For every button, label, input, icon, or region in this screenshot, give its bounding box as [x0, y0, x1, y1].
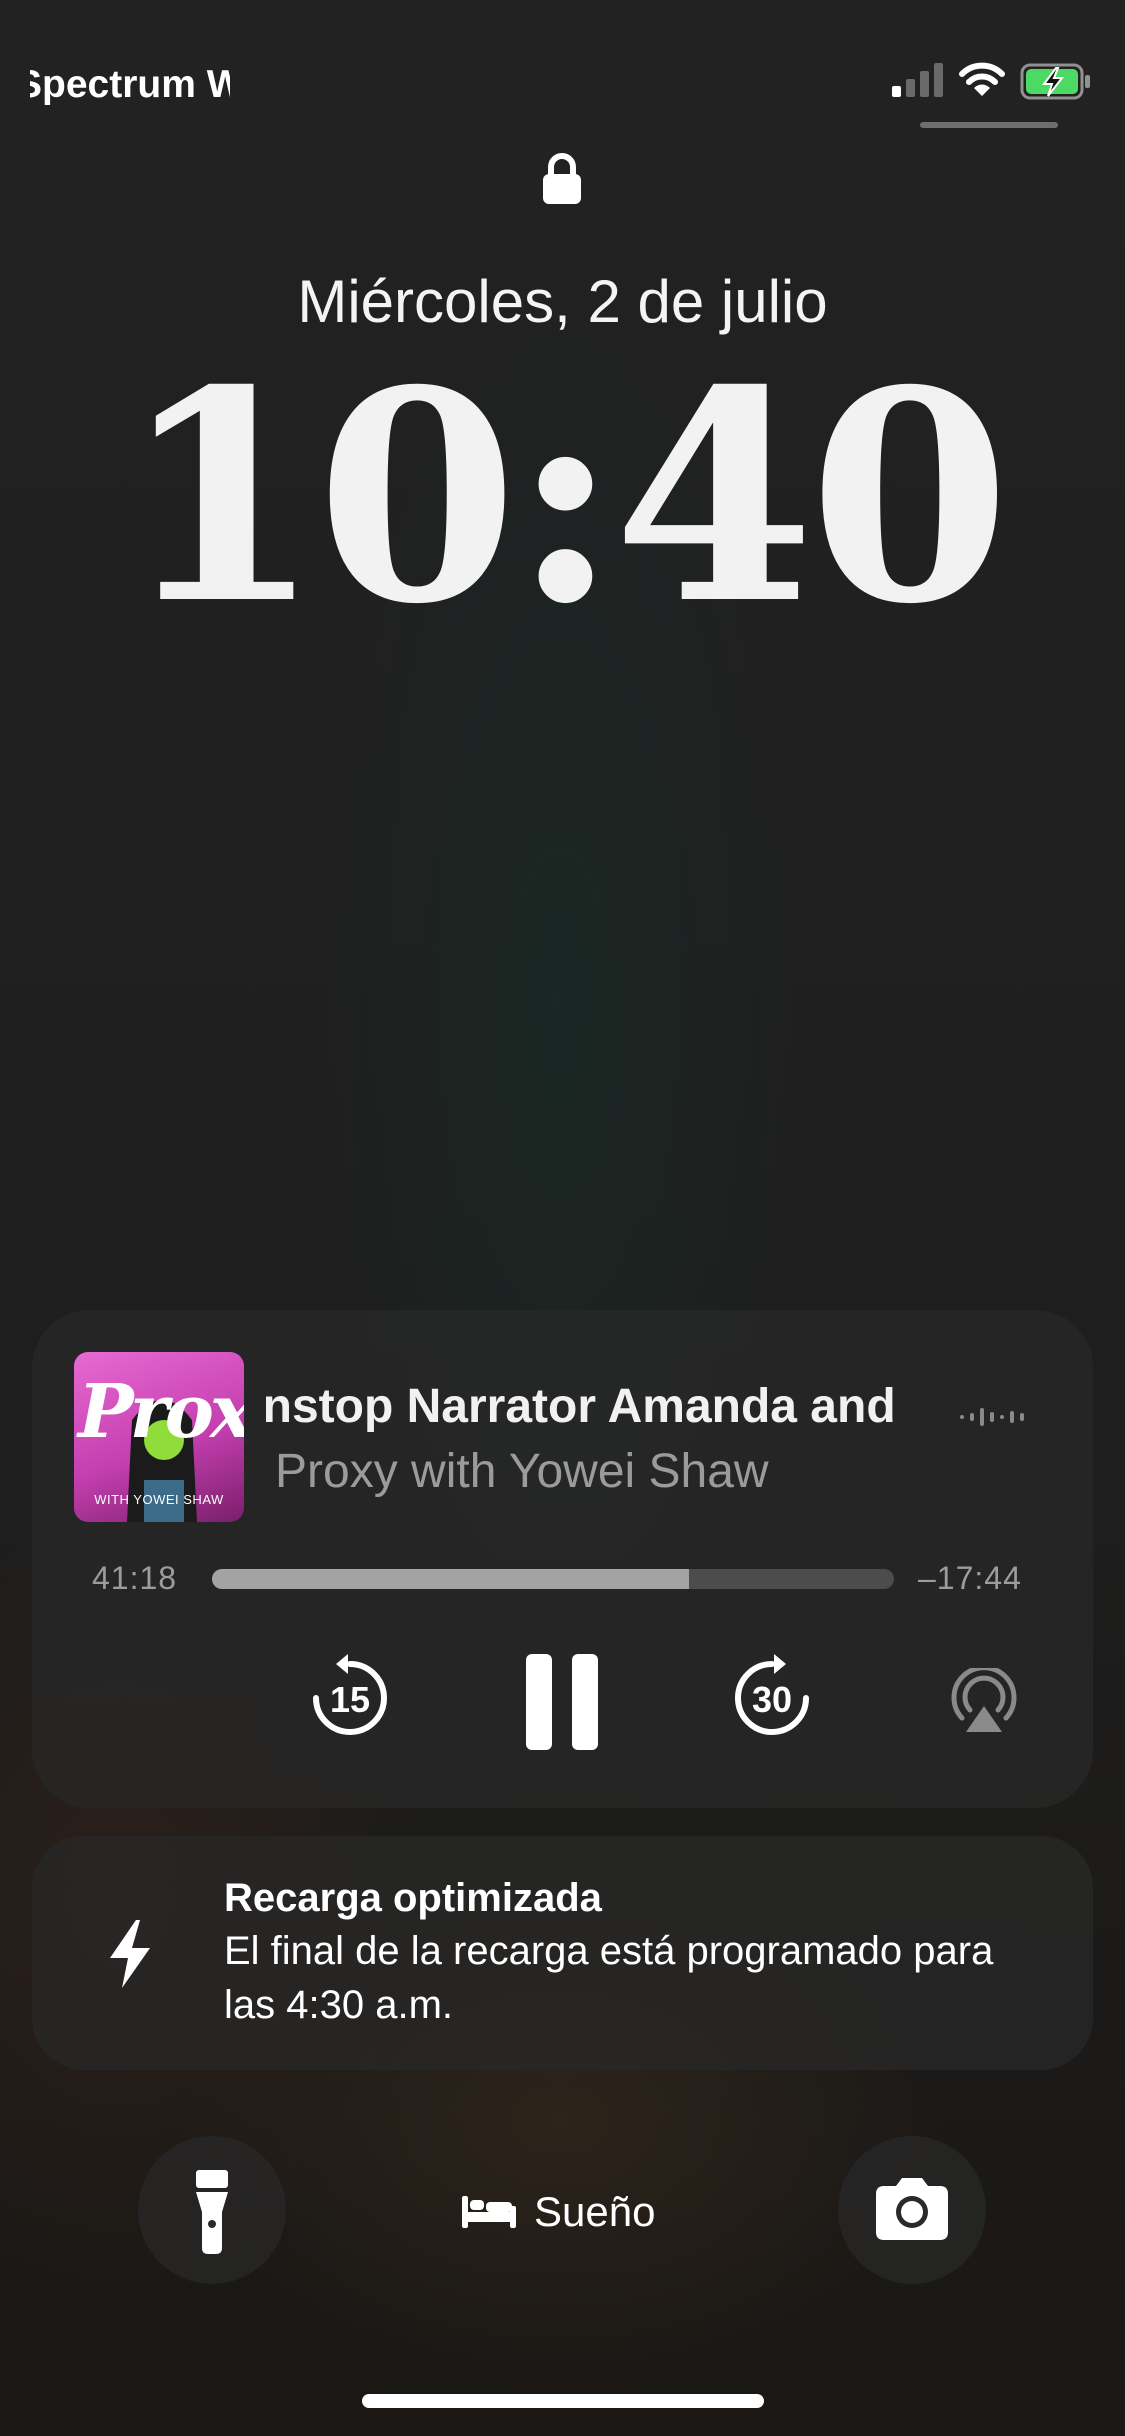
audio-waveform-icon — [960, 1408, 1024, 1426]
lock-icon — [543, 153, 581, 204]
skip-forward-30-button[interactable]: 30 — [730, 1652, 814, 1747]
playback-progress-fill — [212, 1569, 690, 1589]
remaining-time: –17:44 — [918, 1560, 1022, 1596]
carrier-label: Spectrum Wi-Fi — [30, 63, 230, 106]
home-indicator[interactable] — [362, 2394, 764, 2408]
lock-screen-clock: 10:40 — [120, 328, 1010, 668]
sleep-focus-button[interactable]: Sueño — [460, 2182, 655, 2242]
wifi-icon — [959, 62, 1005, 96]
artwork-title: Proxy — [78, 1369, 244, 1455]
skip-back-icon: 15 — [313, 1654, 387, 1735]
cellular-signal-icon — [892, 63, 943, 97]
flashlight-icon — [196, 2170, 228, 2254]
bed-icon — [462, 2196, 516, 2228]
podcast-artwork[interactable]: Proxy WITH YOWEI SHAW — [74, 1352, 244, 1522]
airplay-button[interactable] — [950, 1665, 1018, 1739]
bolt-icon — [110, 1920, 150, 1988]
notification-body: El final de la recarga está programado p… — [224, 1929, 994, 2027]
sleep-label: Sueño — [534, 2188, 656, 2235]
airplay-audio-icon — [951, 1665, 1017, 1732]
artwork-subtitle: WITH YOWEI SHAW — [94, 1492, 224, 1507]
podcast-name[interactable]: Proxy with Yowei Shaw — [275, 1442, 769, 1502]
playback-scrubber[interactable] — [212, 1569, 894, 1589]
skip-forward-seconds: 30 — [752, 1679, 792, 1720]
skip-forward-icon: 30 — [735, 1654, 809, 1735]
camera-button[interactable] — [838, 2136, 986, 2284]
flashlight-button[interactable] — [138, 2136, 286, 2284]
status-bar-indicator — [920, 122, 1058, 128]
notification-title: Recarga optimizada — [224, 1876, 602, 1920]
skip-back-seconds: 15 — [330, 1679, 370, 1720]
pause-button[interactable] — [520, 1652, 604, 1757]
battery-charging-icon — [1020, 63, 1090, 100]
skip-back-15-button[interactable]: 15 — [308, 1652, 392, 1747]
episode-title[interactable]: Unstop Narrator Amanda and — [266, 1372, 926, 1442]
camera-icon — [876, 2178, 948, 2240]
elapsed-time: 41:18 — [92, 1560, 178, 1596]
pause-icon — [526, 1654, 598, 1750]
